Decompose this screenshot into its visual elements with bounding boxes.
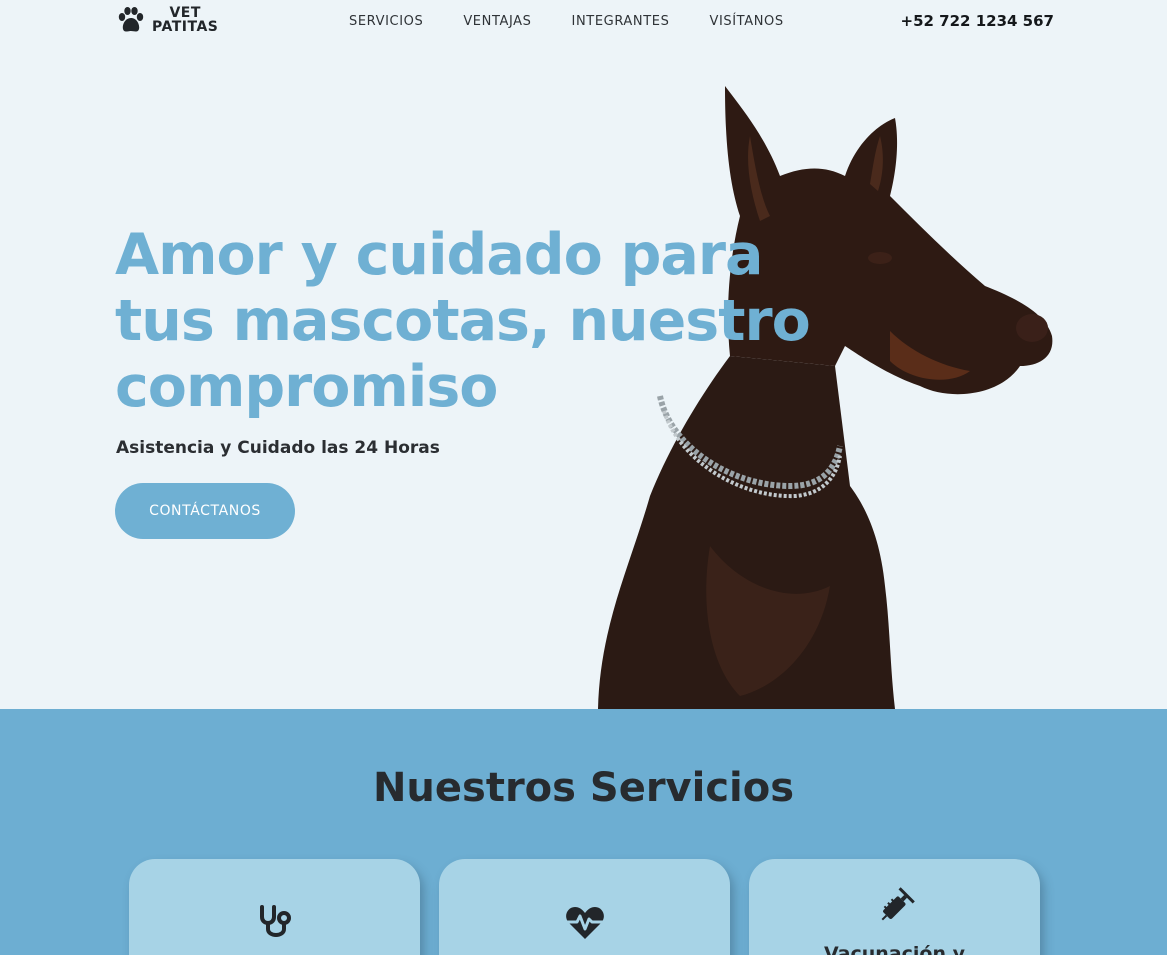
service-card-vaccination[interactable]: Vacunación y [749,859,1040,955]
logo[interactable]: VET PATITAS [116,6,218,34]
brand-line-2: PATITAS [152,19,219,35]
service-title-3: Vacunación y [824,943,965,955]
service-card-health[interactable] [439,859,730,955]
main-menu: SERVICIOS VENTAJAS INTEGRANTES VISÍTANOS [349,14,824,29]
service-card-checkup[interactable] [129,859,420,955]
stethoscope-icon [259,905,291,937]
services-heading: Nuestros Servicios [372,765,795,811]
top-nav: VET PATITAS SERVICIOS VENTAJAS INTEGRANT… [0,0,1167,46]
heartbeat-icon [565,907,604,939]
brand-name: VET PATITAS [152,6,218,34]
hero-section: Amor y cuidado para tus mascotas, nuestr… [0,46,1167,709]
syringe-icon [881,887,915,921]
nav-item-ventajas[interactable]: VENTAJAS [463,14,531,29]
nav-item-visitanos[interactable]: VISÍTANOS [709,14,783,29]
hero-subtitle: Asistencia y Cuidado las 24 Horas [116,438,440,458]
nav-item-servicios[interactable]: SERVICIOS [349,14,423,29]
contact-button[interactable]: CONTÁCTANOS [115,483,295,539]
nav-item-integrantes[interactable]: INTEGRANTES [572,14,670,29]
paw-icon [118,7,144,32]
brand-line-1: VET [169,5,201,21]
services-section: Nuestros Servicios Vacunación y [0,709,1167,955]
hero-title: Amor y cuidado para tus mascotas, nuestr… [115,222,811,420]
phone-number[interactable]: +52 722 1234 567 [901,12,1054,30]
